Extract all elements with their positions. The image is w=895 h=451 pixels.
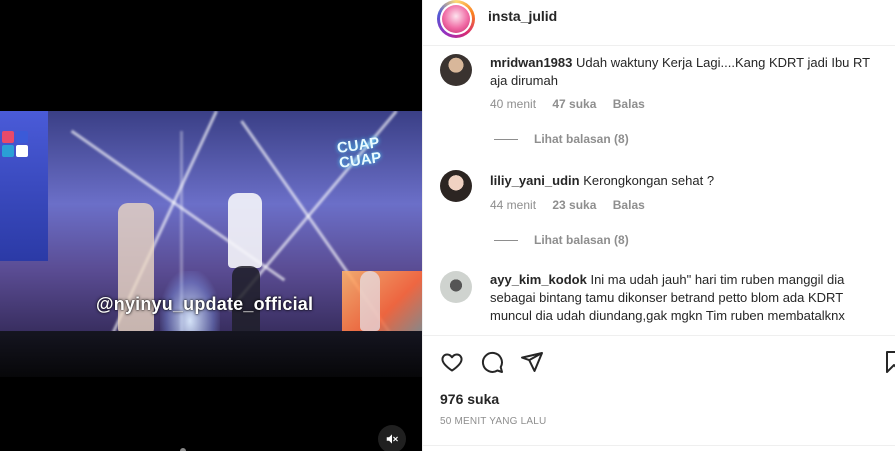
commenter-avatar[interactable] bbox=[440, 170, 472, 202]
comment-text: Kerongkongan sehat ? bbox=[583, 173, 715, 188]
comment-meta: 44 menit 23 suka Balas bbox=[490, 198, 658, 212]
author-avatar[interactable] bbox=[437, 0, 475, 38]
reply-button[interactable]: Balas bbox=[613, 97, 645, 111]
post-actions: 976 suka 50 MENIT YANG LALU bbox=[423, 335, 895, 445]
comment-likes[interactable]: 47 suka bbox=[552, 97, 596, 111]
view-replies-button[interactable]: Lihat balasan (8) bbox=[494, 132, 629, 146]
comment-time[interactable]: 40 menit bbox=[490, 97, 536, 111]
send-icon[interactable] bbox=[520, 350, 544, 374]
comment-text-block: mridwan1983 Udah waktuny Kerja Lagi....K… bbox=[490, 54, 885, 90]
video-watermark: @nyinyu_update_official bbox=[96, 294, 314, 314]
post-header: insta_julid bbox=[423, 0, 895, 46]
commenter-username[interactable]: liliy_yani_udin bbox=[490, 173, 580, 188]
view-replies-button[interactable]: Lihat balasan (8) bbox=[494, 233, 629, 247]
divider bbox=[423, 445, 895, 446]
bookmark-icon[interactable] bbox=[885, 350, 895, 374]
reply-button[interactable]: Balas bbox=[613, 198, 645, 212]
heart-icon[interactable] bbox=[440, 350, 464, 374]
commenter-username[interactable]: mridwan1983 bbox=[490, 55, 572, 70]
dancer bbox=[360, 271, 380, 331]
post-media[interactable]: CUAP CUAP @nyinyu_update_official bbox=[0, 0, 422, 451]
comments-list: mridwan1983 Udah waktuny Kerja Lagi....K… bbox=[423, 47, 895, 335]
comment-icon[interactable] bbox=[480, 350, 504, 374]
commenter-username[interactable]: ayy_kim_kodok bbox=[490, 272, 587, 287]
comment-meta: 40 menit 47 suka Balas bbox=[490, 97, 658, 111]
video-frame[interactable]: CUAP CUAP @nyinyu_update_official bbox=[0, 111, 422, 377]
stage-floor bbox=[0, 331, 422, 377]
commenter-avatar[interactable] bbox=[440, 271, 472, 303]
stage-logo: CUAP CUAP bbox=[335, 134, 383, 172]
comment-text-block: liliy_yani_udin Kerongkongan sehat ? bbox=[490, 172, 885, 190]
comment-likes[interactable]: 23 suka bbox=[552, 198, 596, 212]
post-timestamp[interactable]: 50 MENIT YANG LALU bbox=[440, 416, 546, 427]
speaker-muted-icon bbox=[386, 434, 398, 444]
comment-text-block: ayy_kim_kodok Ini ma udah jauh" hari tim… bbox=[490, 271, 885, 325]
performer-man-shirt bbox=[228, 193, 262, 268]
replies-divider bbox=[494, 139, 518, 141]
replies-divider bbox=[494, 240, 518, 242]
channel-badge bbox=[2, 131, 28, 157]
commenter-avatar[interactable] bbox=[440, 54, 472, 86]
mute-button[interactable] bbox=[378, 425, 406, 451]
post-like-count[interactable]: 976 suka bbox=[440, 391, 499, 407]
comment-time[interactable]: 44 menit bbox=[490, 198, 536, 212]
instagram-post-view: CUAP CUAP @nyinyu_update_official insta_… bbox=[0, 0, 895, 451]
post-sidebar: insta_julid mridwan1983 Udah waktuny Ker… bbox=[422, 0, 895, 451]
author-username[interactable]: insta_julid bbox=[488, 8, 557, 24]
